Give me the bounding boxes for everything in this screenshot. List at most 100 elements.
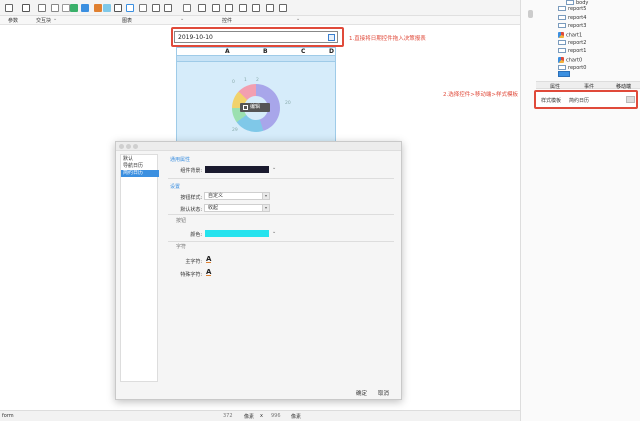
status-bar: form 372 像素 x 996 像素: [0, 410, 520, 421]
globe-icon[interactable]: [139, 4, 147, 12]
chevron-down-icon[interactable]: ⌄: [272, 229, 276, 235]
report-icon: [558, 40, 566, 45]
annotation-step2: 2.选择控件>移动端>样式模板: [443, 92, 518, 98]
tree-item[interactable]: chart0: [558, 57, 582, 64]
chevron-down-icon[interactable]: ⌄: [272, 165, 276, 171]
donut-label: 2: [256, 78, 259, 83]
default-state-label: 默认状态:: [180, 207, 202, 213]
tab-events[interactable]: 事件: [584, 83, 594, 90]
tree-item[interactable]: chart1: [558, 32, 582, 39]
chart-icon: [558, 57, 564, 63]
tree-item-label: report0: [568, 65, 587, 71]
default-state-value: 收起: [208, 205, 219, 211]
font-subheading: 字符: [176, 244, 187, 250]
new-icon[interactable]: [5, 4, 13, 12]
special-font-label: 特殊字符:: [180, 272, 202, 278]
widget-background-label: 组件背景:: [180, 168, 202, 174]
chart-icon: [558, 32, 564, 38]
ok-button[interactable]: 确定: [356, 389, 367, 397]
tree-icon[interactable]: [266, 4, 274, 12]
report-icon: [558, 48, 566, 53]
toolbar: [0, 0, 520, 16]
chevron-down-icon: ▾: [262, 193, 269, 199]
maximize-icon[interactable]: [133, 144, 138, 149]
area-chart-icon[interactable]: [103, 4, 111, 12]
tree-item[interactable]: report4: [558, 15, 586, 21]
button-subheading: 按钮: [176, 218, 187, 224]
open-icon[interactable]: [22, 4, 30, 12]
chevron-down-icon[interactable]: ⌄: [180, 16, 184, 22]
height-value[interactable]: 996: [271, 413, 281, 419]
chevron-down-icon[interactable]: ⌄: [296, 16, 300, 22]
tree-item[interactable]: report3: [558, 23, 586, 29]
save-icon[interactable]: [38, 4, 46, 12]
chevron-down-icon[interactable]: ⌄: [53, 16, 57, 22]
calendar-icon[interactable]: [239, 4, 247, 12]
gauge-icon[interactable]: [126, 4, 134, 12]
template-item-simple-calendar[interactable]: 简约日历: [121, 170, 159, 177]
button-icon[interactable]: [252, 4, 260, 12]
button-style-select[interactable]: 自定义 ▾: [204, 192, 270, 200]
map-icon[interactable]: [114, 4, 122, 12]
divider: [168, 214, 394, 215]
tab-mobile[interactable]: 移动端: [616, 83, 631, 90]
report-icon: [558, 15, 566, 20]
scrollbar[interactable]: [528, 10, 533, 18]
app-window: 参数 交互块 ⌄ 图表 ⌄ 控件 ⌄ 2019-10-10 1.直接将日期控件拖…: [0, 0, 640, 421]
widget-icon[interactable]: [183, 4, 191, 12]
tree-item[interactable]: report1: [558, 48, 586, 54]
column-header: D: [329, 48, 334, 55]
tab-properties[interactable]: 属性: [550, 83, 560, 90]
form-label: form: [2, 413, 14, 419]
edit-chart-button[interactable]: 编辑: [240, 103, 270, 112]
button-style-value: 自定义: [208, 193, 224, 199]
list-icon[interactable]: [279, 4, 287, 12]
table-icon[interactable]: [225, 4, 233, 12]
dialog-settings-panel: 通用属性 组件背景: ⌄ 设置 按钮样式: 自定义 ▾ 默认状态: 收起 ▾ 按…: [164, 154, 396, 382]
template-item-nav-calendar[interactable]: 导航日历: [121, 163, 159, 170]
report-icon: [558, 6, 566, 11]
tree-item-label: chart0: [566, 57, 583, 64]
close-icon[interactable]: [119, 144, 124, 149]
template-item-default[interactable]: 默认: [121, 156, 159, 163]
divider: [168, 241, 394, 242]
tree-item[interactable]: report2: [558, 40, 586, 46]
default-state-select[interactable]: 收起 ▾: [204, 204, 270, 212]
pencil-icon: [243, 105, 248, 110]
date-widget-tree-icon[interactable]: [558, 71, 570, 77]
main-font-button[interactable]: A: [206, 256, 212, 263]
tree-item[interactable]: report5: [558, 6, 586, 12]
line-chart-icon[interactable]: [94, 4, 102, 12]
height-unit: 像素: [291, 414, 302, 420]
redo-icon[interactable]: [62, 4, 70, 12]
button-color-swatch[interactable]: [205, 230, 269, 237]
report-icon: [566, 0, 574, 5]
property-tabs: 属性 事件 移动端: [536, 81, 640, 90]
undo-icon[interactable]: [51, 4, 59, 12]
chevron-down-icon: ▾: [262, 205, 269, 211]
chart-section-label: 图表: [122, 18, 133, 24]
edit-button-label: 编辑: [250, 104, 261, 110]
tree-item-label: report1: [568, 48, 587, 54]
image-icon[interactable]: [212, 4, 220, 12]
report-icon: [558, 23, 566, 28]
style-template-dialog[interactable]: 默认 导航日历 简约日历 通用属性 组件背景: ⌄ 设置 按钮样式: 自定义 ▾…: [115, 141, 402, 400]
form-icon[interactable]: [164, 4, 172, 12]
times-sign: x: [260, 413, 263, 419]
button-style-label: 按钮样式:: [180, 195, 202, 201]
highlight-box-date: [171, 27, 344, 47]
cancel-button[interactable]: 取消: [378, 389, 389, 397]
width-value[interactable]: 372: [223, 413, 233, 419]
text-icon[interactable]: [198, 4, 206, 12]
widget-background-swatch[interactable]: [205, 166, 269, 173]
special-font-button[interactable]: A: [206, 269, 212, 276]
pie-chart-icon[interactable]: [70, 4, 78, 12]
bar-chart-icon[interactable]: [81, 4, 89, 12]
grid-icon[interactable]: [152, 4, 160, 12]
main-font-label: 主字符:: [185, 259, 202, 265]
general-properties-heading: 通用属性: [170, 157, 191, 163]
minimize-icon[interactable]: [126, 144, 131, 149]
params-section-label: 参数: [8, 18, 19, 24]
dialog-title-bar[interactable]: [116, 142, 401, 151]
template-list[interactable]: 默认 导航日历 简约日历: [120, 154, 159, 382]
